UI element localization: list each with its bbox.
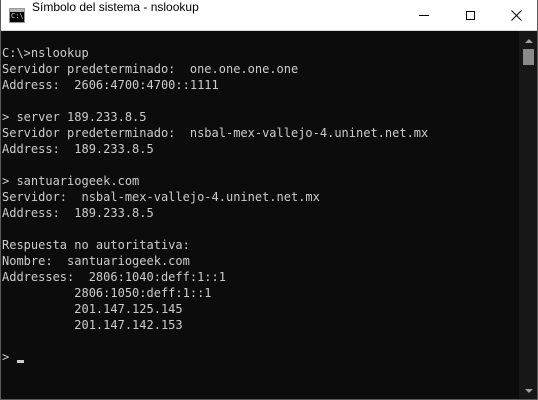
scroll-up-button[interactable] <box>519 33 537 48</box>
console-line: > server 189.233.8.5 <box>2 110 147 124</box>
arrow-up-icon <box>524 38 533 43</box>
close-button[interactable] <box>493 0 537 31</box>
console-line: > <box>2 349 519 365</box>
command-prompt-window: Símbolo del sistema - nslookup C:\>nsloo… <box>0 0 538 400</box>
arrow-down-icon <box>524 388 533 393</box>
window-title: Símbolo del sistema - nslookup <box>32 0 199 14</box>
console-line: Servidor predeterminado: one.one.one.one <box>2 62 299 76</box>
console-line: 201.147.125.145 <box>2 302 183 316</box>
cmd-icon[interactable] <box>9 8 25 23</box>
console-line: C:\>nslookup <box>2 46 89 60</box>
scroll-down-button[interactable] <box>519 383 537 398</box>
console-line: > santuariogeek.com <box>2 174 140 188</box>
maximize-button[interactable] <box>447 0 493 31</box>
console-line: Addresses: 2806:1040:deff:1::1 <box>2 270 226 284</box>
vertical-scrollbar[interactable] <box>519 31 537 399</box>
close-icon <box>510 10 522 21</box>
console-line: Address: 189.233.8.5 <box>2 206 154 220</box>
console-line: Servidor predeterminado: nsbal-mex-valle… <box>2 126 429 140</box>
console-output[interactable]: C:\>nslookup Servidor predeterminado: one… <box>1 31 519 399</box>
scrollbar-thumb[interactable] <box>523 49 534 65</box>
title-bar[interactable]: Símbolo del sistema - nslookup <box>1 0 537 31</box>
console-line: Address: 189.233.8.5 <box>2 142 154 156</box>
maximize-icon <box>465 11 475 20</box>
console-line: Respuesta no autoritativa: <box>2 238 190 252</box>
console-line: Address: 2606:4700:4700::1111 <box>2 78 219 92</box>
console-line: 201.147.142.153 <box>2 318 183 332</box>
console-line: Nombre: santuariogeek.com <box>2 254 190 268</box>
console-line: Servidor: nsbal-mex-vallejo-4.uninet.net… <box>2 190 320 204</box>
minimize-button[interactable] <box>401 0 447 31</box>
console-line: 2806:1050:deff:1::1 <box>2 286 212 300</box>
text-cursor <box>17 360 25 363</box>
minimize-icon <box>419 15 429 16</box>
